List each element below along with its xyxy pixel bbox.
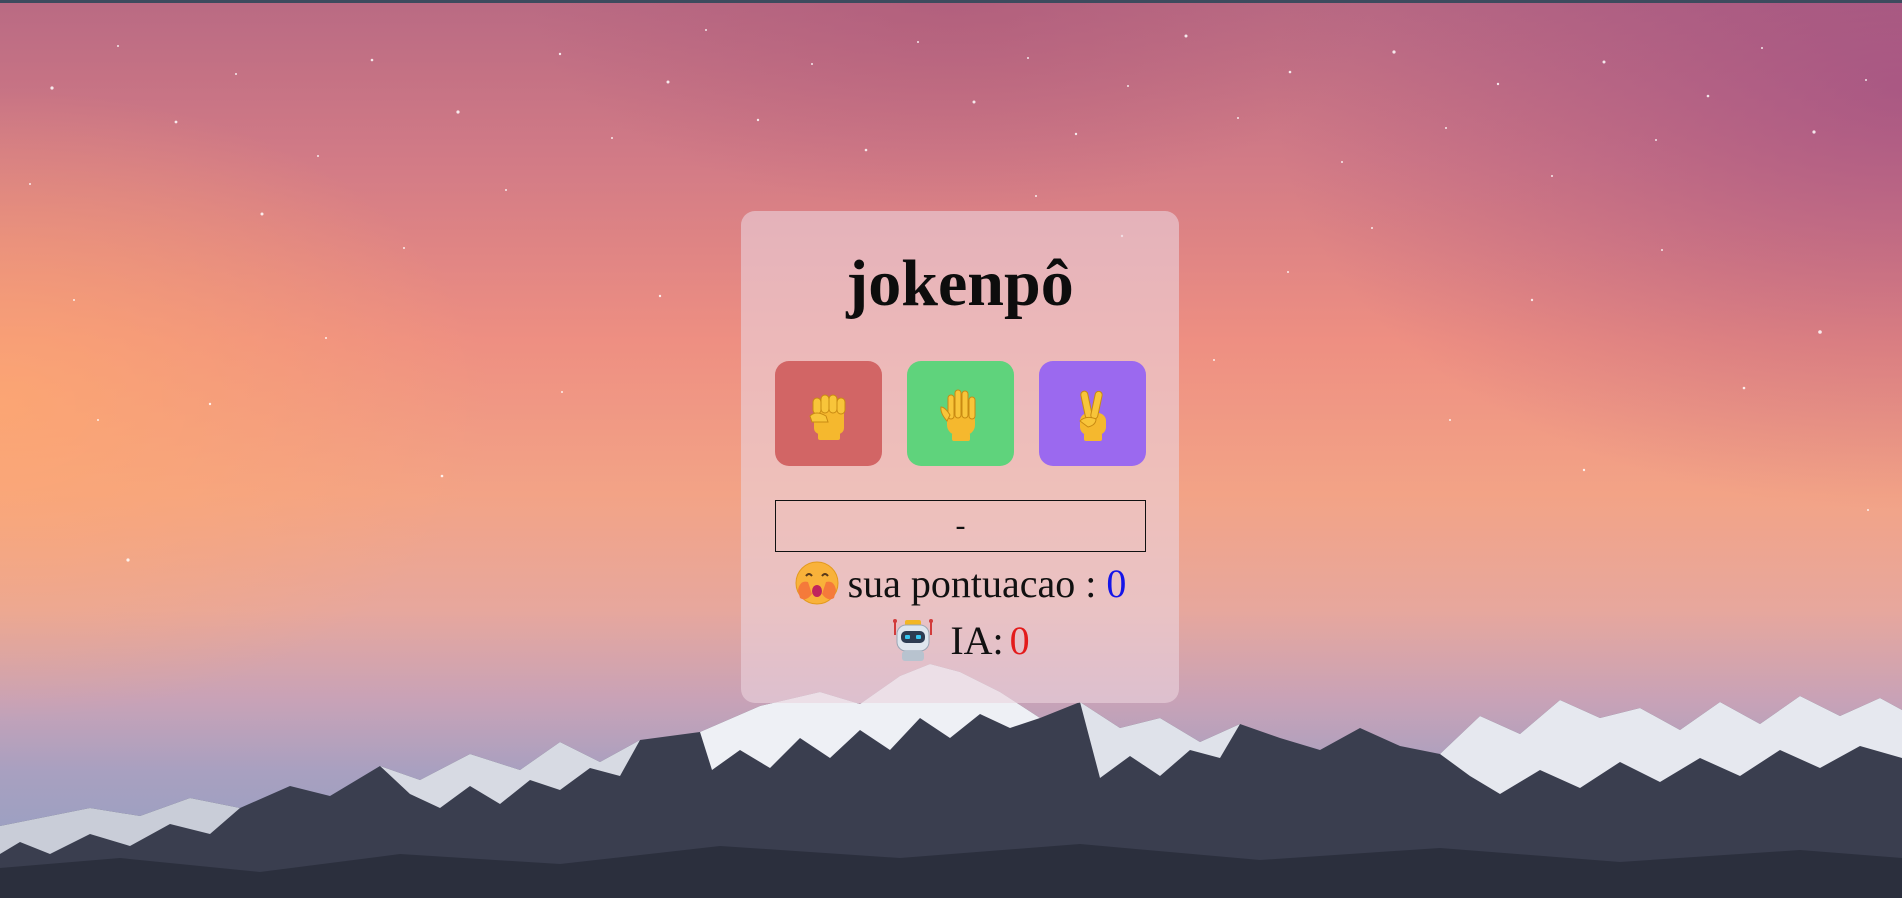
player-score-label: sua pontuacao :: [847, 560, 1097, 606]
game-card: jokenpô - sua pontuacao: 0 IA: 0: [741, 211, 1179, 703]
result-display: -: [775, 500, 1146, 552]
face-with-hand-over-mouth-icon: [795, 561, 839, 605]
ai-score-line: IA: 0: [741, 616, 1179, 664]
ai-score-label: IA:: [950, 617, 1004, 663]
choice-buttons: [775, 361, 1147, 467]
scissors-button[interactable]: [1039, 361, 1146, 466]
paper-button[interactable]: [907, 361, 1014, 466]
rock-button[interactable]: [775, 361, 882, 466]
game-title: jokenpô: [846, 247, 1074, 320]
raised-hand-icon: [939, 389, 975, 441]
robot-icon: [893, 619, 934, 661]
player-score-value: 0: [1106, 560, 1127, 606]
ai-score-value: 0: [1009, 617, 1030, 663]
raised-fist-icon: [808, 394, 845, 440]
victory-hand-icon: [1078, 390, 1106, 441]
player-score-line: sua pontuacao : 0: [741, 559, 1179, 607]
